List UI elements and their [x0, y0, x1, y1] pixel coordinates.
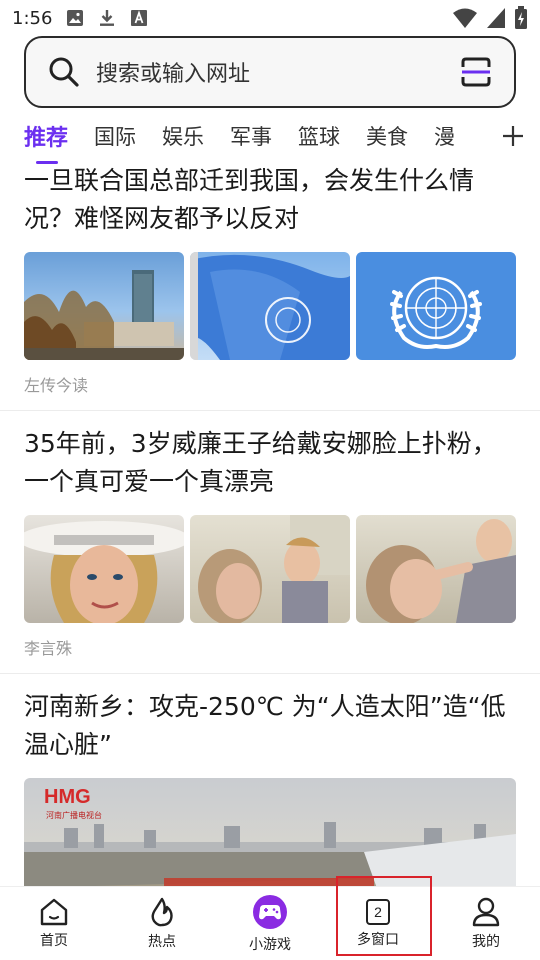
- nav-trending-label: 热点: [148, 933, 176, 950]
- news-article[interactable]: 35年前，3岁威廉王子给戴安娜脸上扑粉，一个真可爱一个真漂亮 李言殊: [0, 411, 540, 674]
- bottom-navigation: 首页 热点 小游戏 2 多窗口 我的: [0, 886, 540, 960]
- search-bar[interactable]: 搜索或输入网址: [24, 36, 516, 108]
- article-thumbnails: [24, 252, 516, 360]
- diana-william-image: [198, 515, 350, 623]
- article-thumbnail[interactable]: [356, 252, 516, 360]
- flame-icon: [151, 897, 173, 926]
- article-title[interactable]: 河南新乡：攻克-250℃ 为“人造太阳”造“低温心脏”: [24, 688, 516, 764]
- status-bar: 1:56: [0, 0, 540, 36]
- search-icon: [49, 57, 79, 87]
- tab-comics[interactable]: 漫: [434, 121, 455, 151]
- article-thumbnail[interactable]: [24, 515, 184, 623]
- tab-more: [468, 110, 540, 162]
- tab-military[interactable]: 军事: [230, 121, 272, 151]
- news-article[interactable]: 一旦联合国总部迁到我国，会发生什么情况？难怪网友都予以反对 左传今读: [0, 162, 540, 411]
- nav-minigames[interactable]: 小游戏: [216, 887, 324, 960]
- nav-trending[interactable]: 热点: [108, 887, 216, 960]
- news-article[interactable]: 河南新乡：攻克-250℃ 为“人造太阳”造“低温心脏” HMG 河南广播电视台: [0, 674, 540, 886]
- tab-basketball[interactable]: 篮球: [298, 121, 340, 151]
- search-input[interactable]: 搜索或输入网址: [96, 56, 460, 88]
- text-notification-icon: [131, 10, 148, 26]
- download-icon: [100, 10, 115, 26]
- signal-icon: [487, 8, 505, 28]
- article-source: 李言殊: [24, 639, 73, 658]
- article-thumbnails: [24, 515, 516, 623]
- wifi-icon: [453, 8, 477, 28]
- un-flag-image: [190, 252, 350, 360]
- article-thumbnail[interactable]: [190, 515, 350, 623]
- gamepad-icon: [253, 894, 287, 929]
- nav-profile-label: 我的: [472, 933, 500, 950]
- tab-recommended[interactable]: 推荐: [24, 120, 68, 164]
- tab-food[interactable]: 美食: [366, 121, 408, 151]
- article-thumbnail[interactable]: [190, 252, 350, 360]
- battery-charging-icon: [515, 6, 527, 29]
- diana-portrait-image: [24, 521, 184, 623]
- nav-home-label: 首页: [40, 932, 68, 949]
- article-thumbnail[interactable]: [24, 252, 184, 360]
- nav-home[interactable]: 首页: [0, 887, 108, 960]
- nav-profile[interactable]: 我的: [432, 887, 540, 960]
- article-thumbnail[interactable]: [356, 515, 516, 623]
- home-icon: [40, 898, 68, 925]
- factory-scene-image: [24, 822, 516, 886]
- status-time: 1:56: [12, 7, 53, 29]
- tab-international[interactable]: 国际: [94, 121, 136, 151]
- highlight-box: [336, 876, 432, 956]
- un-building-image: [24, 270, 184, 360]
- article-source: 左传今读: [24, 376, 89, 395]
- add-tab-icon[interactable]: [502, 125, 524, 147]
- diana-william-closeup-image: [366, 519, 516, 623]
- article-title[interactable]: 一旦联合国总部迁到我国，会发生什么情况？难怪网友都予以反对: [24, 162, 516, 238]
- image-notification-icon: [67, 10, 84, 26]
- nav-minigames-label: 小游戏: [249, 936, 291, 953]
- person-icon: [472, 897, 500, 926]
- article-video-thumbnail[interactable]: HMG 河南广播电视台: [24, 778, 516, 886]
- un-emblem-image: [390, 276, 482, 349]
- article-title[interactable]: 35年前，3岁威廉王子给戴安娜脸上扑粉，一个真可爱一个真漂亮: [24, 425, 516, 501]
- category-tabs: 推荐 国际 娱乐 军事 篮球 美食 漫: [0, 110, 540, 164]
- scan-icon[interactable]: [460, 56, 492, 88]
- tab-entertainment[interactable]: 娱乐: [162, 121, 204, 151]
- news-feed: 一旦联合国总部迁到我国，会发生什么情况？难怪网友都予以反对 左传今读 35年前，…: [0, 162, 540, 886]
